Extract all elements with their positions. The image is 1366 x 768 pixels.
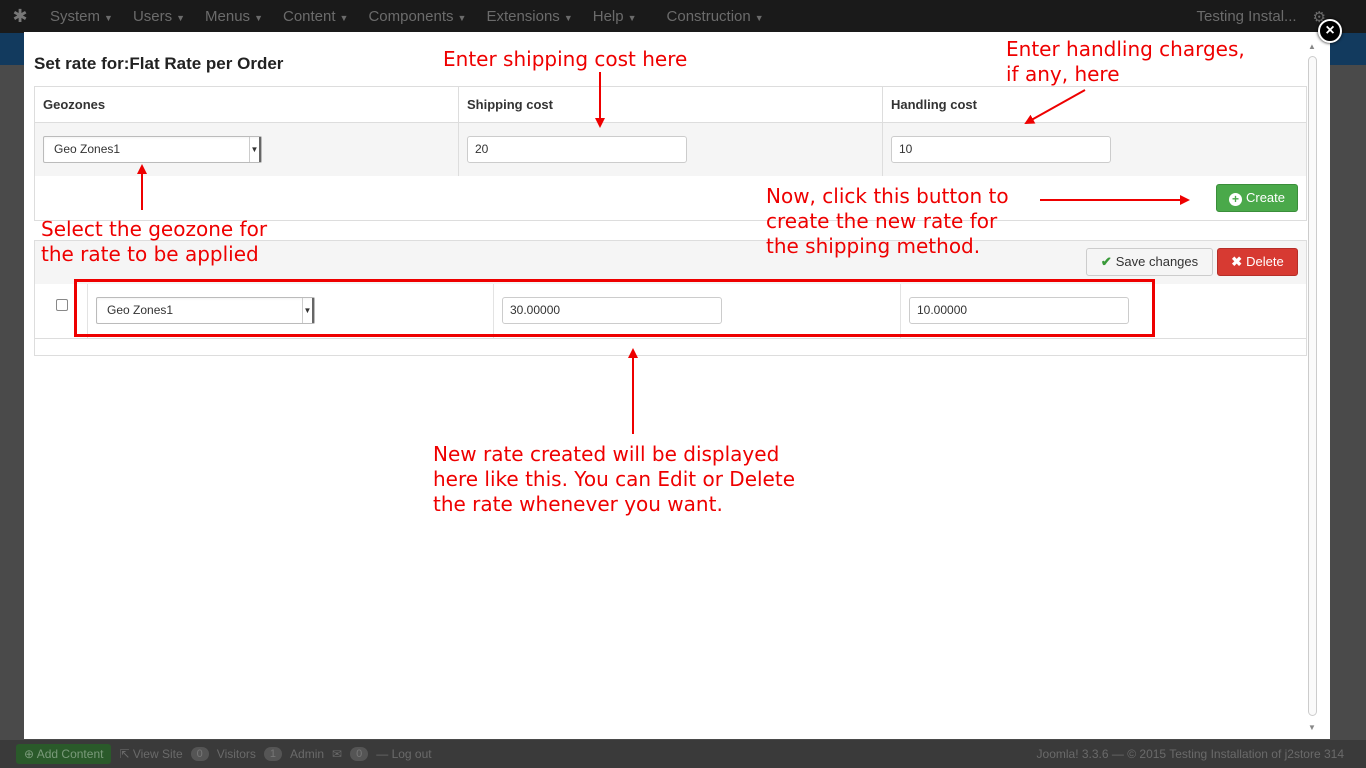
chevron-down-icon: ▼ (249, 137, 261, 162)
visitors-count-badge: 0 (190, 747, 209, 761)
scrollbar-thumb[interactable] (1308, 56, 1317, 716)
menu-help-label: Help (592, 8, 624, 25)
view-site-link[interactable]: ⇱ View Site (119, 747, 182, 761)
annotation-shipping: Enter shipping cost here (443, 47, 688, 71)
menu-system-label: System (50, 8, 101, 25)
new-rate-shipping-cell: 20 (458, 122, 883, 177)
set-rate-modal: ▲ ▼ Set rate for:Flat Rate per Order Geo… (24, 32, 1330, 739)
rates-list-footer (34, 339, 1307, 356)
column-header-geozones: Geozones (34, 86, 459, 123)
joomla-logo-icon[interactable]: ✱ (0, 6, 40, 27)
add-content-button[interactable]: ⊕ Add Content (16, 744, 112, 764)
create-button-label: Create (1245, 190, 1286, 205)
annotation-create: Now, click this button to create the new… (766, 184, 1009, 258)
delete-label: Delete (1246, 254, 1284, 269)
highlight-box (74, 279, 1155, 337)
close-icon[interactable]: × (1318, 19, 1342, 43)
create-button[interactable]: + Create (1216, 184, 1298, 212)
menu-extensions[interactable]: Extensions ▼ (476, 8, 582, 25)
envelope-icon: ✉ (332, 747, 343, 761)
menu-content[interactable]: Content ▼ (273, 8, 358, 25)
plus-circle-icon: + (1228, 193, 1242, 206)
menu-components-label: Components (368, 8, 454, 25)
shipping-cost-input[interactable]: 20 (467, 136, 687, 163)
column-header-shipping-cost: Shipping cost (458, 86, 883, 123)
admin-label: Admin (290, 747, 325, 761)
modal-scrollbar[interactable]: ▲ ▼ (1306, 42, 1320, 732)
site-link[interactable]: Testing Instal... (1196, 8, 1296, 26)
annotation-geozone: Select the geozone for the rate to be ap… (41, 217, 268, 266)
column-header-handling-cost: Handling cost (882, 86, 1307, 123)
menu-users[interactable]: Users ▼ (123, 8, 195, 25)
admin-status-bar: ⊕ Add Content ⇱ View Site 0 Visitors 1 A… (0, 740, 1366, 768)
copyright-text: Joomla! 3.3.6 — © 2015 Testing Installat… (1036, 747, 1344, 761)
menu-menus[interactable]: Menus ▼ (195, 8, 273, 25)
new-rate-table: Geozones Shipping cost Handling cost Geo… (34, 86, 1307, 177)
menu-menus-label: Menus (205, 8, 251, 25)
menu-components[interactable]: Components ▼ (358, 8, 476, 25)
menu-construction[interactable]: Construction ▼ (657, 8, 774, 25)
close-icon: ✖ (1231, 254, 1243, 269)
menu-help[interactable]: Help ▼ (583, 8, 647, 25)
handling-cost-input[interactable]: 10 (891, 136, 1111, 163)
modal-title: Set rate for:Flat Rate per Order (34, 54, 284, 73)
new-rate-handling-cell: 10 (882, 122, 1307, 177)
menu-content-label: Content (282, 8, 336, 25)
check-icon: ✔ (1100, 254, 1112, 269)
annotation-handling: Enter handling charges, if any, here (1006, 37, 1245, 86)
messages-count-badge: 0 (350, 747, 369, 761)
create-row (34, 176, 1307, 221)
save-changes-button[interactable]: ✔ Save changes (1086, 248, 1213, 276)
save-changes-label: Save changes (1115, 254, 1199, 269)
view-site-label: View Site (132, 747, 183, 761)
scroll-up-icon[interactable]: ▲ (1308, 42, 1316, 51)
delete-button[interactable]: ✖ Delete (1217, 248, 1298, 276)
add-content-label: Add Content (36, 747, 104, 761)
scroll-down-icon[interactable]: ▼ (1308, 723, 1316, 732)
logout-label: Log out (391, 747, 432, 761)
menu-construction-label: Construction (666, 8, 751, 25)
admin-menubar: ✱ System ▼ Users ▼ Menus ▼ Content ▼ Compone… (0, 0, 1366, 33)
new-rate-geozone-cell: Geo Zones1 ▼ (34, 122, 459, 177)
row-checkbox[interactable] (56, 299, 68, 311)
menu-system[interactable]: System ▼ (40, 8, 123, 25)
menu-extensions-label: Extensions (486, 8, 560, 25)
geozone-select[interactable]: Geo Zones1 ▼ (43, 136, 262, 163)
visitors-label: Visitors (216, 747, 256, 761)
logout-link[interactable]: — Log out (376, 747, 431, 761)
geozone-select-value: Geo Zones1 (54, 142, 121, 156)
menu-users-label: Users (132, 8, 173, 25)
admin-count-badge: 1 (263, 747, 283, 761)
annotation-created: New rate created will be displayed here … (433, 442, 796, 516)
